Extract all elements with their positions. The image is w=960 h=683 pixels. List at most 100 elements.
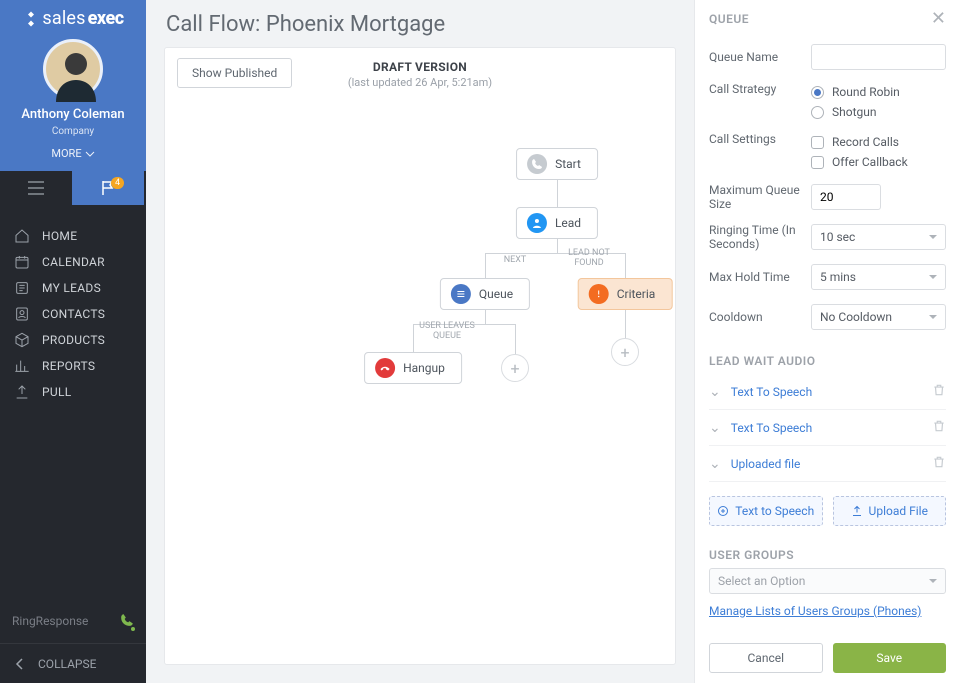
node-start[interactable]: Start (516, 148, 598, 180)
chevron-down-icon[interactable]: ⌄ (709, 420, 721, 436)
node-lead-label: Lead (555, 216, 581, 230)
chevron-left-icon (14, 658, 26, 670)
nav-list: HOME CALENDAR MY LEADS CONTACTS PRODUCTS… (0, 205, 146, 599)
nav-tabs: 4 (0, 171, 146, 205)
flow-connector (625, 253, 626, 278)
add-node-button[interactable]: + (611, 338, 639, 366)
phone-status-icon[interactable] (120, 613, 134, 630)
node-hangup-label: Hangup (403, 361, 445, 375)
user-company: Company (0, 126, 146, 137)
max-hold-label: Max Hold Time (709, 270, 811, 284)
max-queue-input[interactable] (811, 184, 881, 210)
main: Call Flow: Phoenix Mortgage Show Publish… (146, 0, 694, 683)
panel-title: QUEUE (709, 12, 749, 26)
nav-myleads[interactable]: MY LEADS (0, 275, 146, 301)
node-criteria[interactable]: Criteria (578, 278, 673, 310)
flow-canvas[interactable]: Show Published DRAFT VERSION (last updat… (164, 47, 676, 665)
audio-item: ⌄ Uploaded file (709, 446, 946, 482)
leads-icon (14, 280, 30, 296)
trash-icon[interactable] (932, 455, 946, 473)
call-strategy-label: Call Strategy (709, 82, 811, 96)
queue-panel: QUEUE ✕ Queue Name Call Strategy Round R… (694, 0, 960, 683)
cancel-button[interactable]: Cancel (709, 643, 823, 673)
nav-pull[interactable]: PULL (0, 379, 146, 405)
tab-menu[interactable] (0, 171, 72, 205)
edge-userleaves-label: USER LEAVES QUEUE (419, 321, 475, 342)
ringresponse-label: RingResponse (12, 614, 88, 628)
avatar[interactable] (43, 39, 103, 99)
hangup-icon (375, 358, 395, 378)
sidebar-footer: RingResponse (0, 599, 146, 643)
sidebar-collapse[interactable]: COLLAPSE (0, 643, 146, 683)
box-icon (14, 332, 30, 348)
flow-connector (625, 310, 626, 338)
logo-icon (22, 10, 40, 28)
manage-groups-link[interactable]: Manage Lists of Users Groups (Phones) (709, 604, 921, 618)
upload-icon (14, 384, 30, 400)
queue-name-input[interactable] (811, 44, 946, 70)
hamburger-icon (27, 181, 45, 195)
text-to-speech-button[interactable]: Text to Speech (709, 496, 823, 526)
person-icon (527, 213, 547, 233)
edge-next-label: NEXT (504, 255, 527, 265)
tab-flag[interactable]: 4 (72, 171, 144, 205)
app-logo: salesexec (0, 8, 146, 29)
max-queue-label: Maximum Queue Size (709, 183, 811, 211)
cooldown-select[interactable]: No Cooldown (811, 304, 946, 330)
profile-card: salesexec Anthony Coleman Company MORE (0, 0, 146, 171)
chevron-down-icon[interactable]: ⌄ (709, 384, 721, 400)
alert-icon (589, 284, 609, 304)
ringing-time-select[interactable]: 10 sec (811, 224, 946, 250)
lead-wait-audio-title: LEAD WAIT AUDIO (709, 354, 946, 368)
home-icon (14, 228, 30, 244)
flow-connector (557, 239, 558, 253)
chevron-down-icon (85, 149, 95, 159)
upload-file-button[interactable]: Upload File (833, 496, 947, 526)
nav-calendar[interactable]: CALENDAR (0, 249, 146, 275)
nav-badge: 4 (111, 177, 124, 189)
nav-contacts[interactable]: CONTACTS (0, 301, 146, 327)
radio-round-robin[interactable]: Round Robin (811, 82, 946, 102)
flow-connector (485, 253, 486, 278)
audio-link[interactable]: Uploaded file (731, 457, 801, 471)
sidebar: salesexec Anthony Coleman Company MORE 4… (0, 0, 146, 683)
cooldown-label: Cooldown (709, 310, 811, 324)
ringing-time-label: Ringing Time (In Seconds) (709, 223, 811, 251)
user-name: Anthony Coleman (0, 107, 146, 122)
node-hangup[interactable]: Hangup (364, 352, 462, 384)
list-icon (451, 284, 471, 304)
node-queue[interactable]: Queue (440, 278, 530, 310)
flow-connector (485, 310, 486, 324)
queue-name-label: Queue Name (709, 50, 811, 64)
flow-connector (557, 180, 558, 207)
nav-reports[interactable]: REPORTS (0, 353, 146, 379)
page-title: Call Flow: Phoenix Mortgage (146, 0, 694, 47)
radio-shotgun[interactable]: Shotgun (811, 102, 946, 122)
node-start-label: Start (555, 157, 581, 171)
chevron-down-icon[interactable]: ⌄ (709, 456, 721, 472)
check-offer-callback[interactable]: Offer Callback (811, 152, 946, 172)
audio-link[interactable]: Text To Speech (731, 385, 812, 399)
trash-icon[interactable] (932, 383, 946, 401)
nav-products[interactable]: PRODUCTS (0, 327, 146, 353)
chart-icon (14, 358, 30, 374)
audio-link[interactable]: Text To Speech (731, 421, 812, 435)
flow-connector (413, 324, 414, 352)
profile-more[interactable]: MORE (51, 147, 94, 160)
trash-icon[interactable] (932, 419, 946, 437)
contacts-icon (14, 306, 30, 322)
phone-icon (527, 154, 547, 174)
audio-item: ⌄ Text To Speech (709, 410, 946, 446)
check-record-calls[interactable]: Record Calls (811, 132, 946, 152)
audio-item: ⌄ Text To Speech (709, 374, 946, 410)
edge-notfound-label: LEAD NOT FOUND (568, 248, 610, 269)
node-queue-label: Queue (479, 287, 513, 301)
node-lead[interactable]: Lead (516, 207, 598, 239)
call-settings-label: Call Settings (709, 132, 811, 146)
add-node-button[interactable]: + (501, 354, 529, 382)
close-icon[interactable]: ✕ (931, 10, 946, 28)
user-groups-select[interactable]: Select an Option (709, 568, 946, 594)
max-hold-select[interactable]: 5 mins (811, 264, 946, 290)
save-button[interactable]: Save (833, 643, 947, 673)
nav-home[interactable]: HOME (0, 223, 146, 249)
